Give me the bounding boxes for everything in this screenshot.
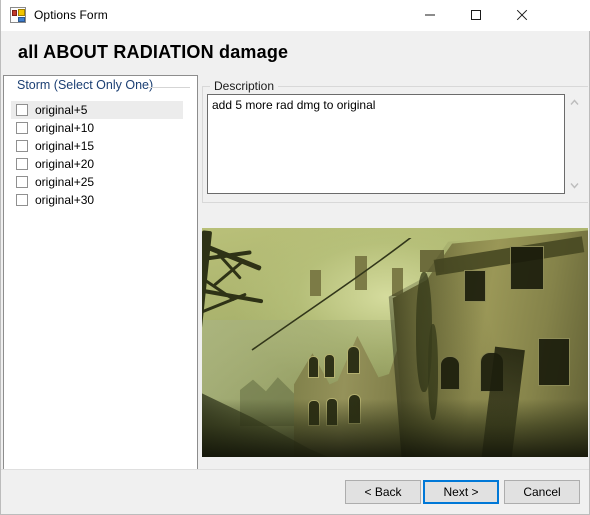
maximize-icon <box>471 10 481 20</box>
checkbox-icon[interactable] <box>16 158 28 170</box>
list-item[interactable]: original+15 <box>11 137 183 155</box>
checkbox-icon[interactable] <box>16 176 28 188</box>
chevron-up-icon[interactable] <box>566 94 583 111</box>
windows-form-icon <box>10 7 26 23</box>
minimize-icon <box>425 14 435 16</box>
icon-yellow-block <box>18 9 25 16</box>
preview-canvas <box>202 228 588 457</box>
list-item[interactable]: original+30 <box>11 191 183 209</box>
window-pane <box>308 356 319 378</box>
list-item-label: original+25 <box>35 175 95 189</box>
list-item[interactable]: original+20 <box>11 155 183 173</box>
foreground-shadow <box>202 399 588 457</box>
next-button[interactable]: Next > <box>423 480 499 504</box>
icon-red-block <box>12 10 17 16</box>
list-item[interactable]: original+10 <box>11 119 183 137</box>
close-icon <box>516 9 528 21</box>
icon-blue-block <box>18 17 25 22</box>
checkbox-icon[interactable] <box>16 122 28 134</box>
minimize-button[interactable] <box>407 0 453 30</box>
description-scrollbar[interactable] <box>566 94 583 194</box>
group-divider <box>148 87 190 88</box>
list-item-label: original+30 <box>35 193 95 207</box>
title-bar[interactable]: Options Form <box>1 0 590 31</box>
list-item-label: original+15 <box>35 139 95 153</box>
list-item-label: original+5 <box>35 103 88 117</box>
description-textarea[interactable]: add 5 more rad dmg to original <box>207 94 565 194</box>
storm-options-panel: Storm (Select Only One) original+5 origi… <box>3 75 198 473</box>
preview-image <box>202 228 588 457</box>
list-item[interactable]: original+25 <box>11 173 183 191</box>
list-item[interactable]: original+5 <box>11 101 183 119</box>
checkbox-icon[interactable] <box>16 140 28 152</box>
power-line <box>251 238 412 351</box>
chevron-down-icon[interactable] <box>566 177 583 194</box>
list-item-label: original+10 <box>35 121 95 135</box>
list-item-label: original+20 <box>35 157 95 171</box>
close-button[interactable] <box>499 0 545 30</box>
maximize-button[interactable] <box>453 0 499 30</box>
cancel-button[interactable]: Cancel <box>504 480 580 504</box>
storm-group-box: Storm (Select Only One) original+5 origi… <box>8 78 193 209</box>
options-form-window: Options Form all ABOUT RADIATION damage … <box>0 0 590 515</box>
checkbox-icon[interactable] <box>16 194 28 206</box>
button-bar: < Back Next > Cancel <box>1 469 589 514</box>
page-title: all ABOUT RADIATION damage <box>18 42 289 62</box>
window-title: Options Form <box>34 8 108 22</box>
back-button[interactable]: < Back <box>345 480 421 504</box>
description-label: Description <box>210 79 279 93</box>
checkbox-icon[interactable] <box>16 104 28 116</box>
storm-group-title: Storm (Select Only One) <box>14 78 158 92</box>
description-group-box: Description add 5 more rad dmg to origin… <box>202 79 588 203</box>
